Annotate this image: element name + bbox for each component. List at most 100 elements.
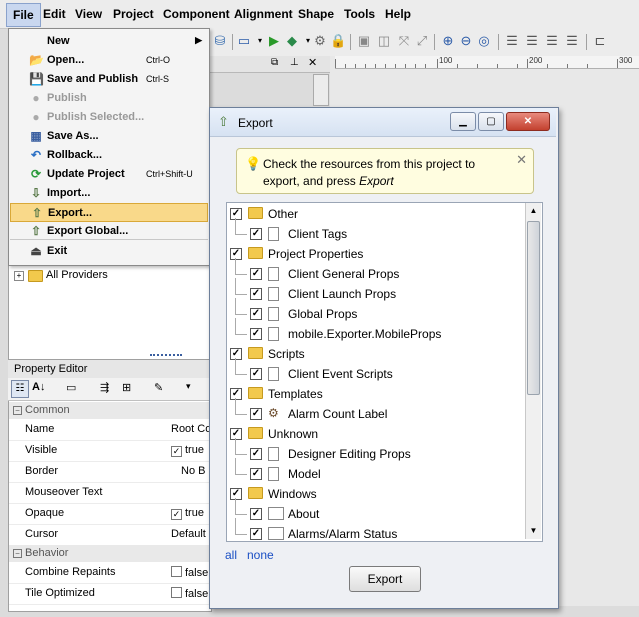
tree-row[interactable]: ✓ mobile.Exporter.MobileProps xyxy=(230,318,522,344)
restore-icon[interactable]: ⧉ xyxy=(271,57,278,68)
categorized-icon[interactable]: ☷ xyxy=(11,380,29,398)
property-value[interactable]: ✓ true xyxy=(171,444,209,457)
align-left-icon[interactable]: ☰ xyxy=(504,33,520,49)
tree-checkbox[interactable]: ✓ xyxy=(250,368,262,380)
property-row-name[interactable]: Name Root Co xyxy=(9,419,209,441)
scrollbar-thumb[interactable] xyxy=(527,221,540,395)
menu-item-new[interactable]: New ▶ xyxy=(10,32,208,51)
menu-item-open[interactable]: 📂 Open... Ctrl-O xyxy=(10,51,208,70)
tree-row[interactable]: ✓ ⚙ Alarm Count Label xyxy=(230,398,522,424)
property-row-cursor[interactable]: Cursor Default xyxy=(9,524,209,546)
tree-row[interactable]: ✓ About xyxy=(230,498,522,524)
property-row-tile-optimized[interactable]: Tile Optimized false xyxy=(9,583,209,605)
menu-item-save-and-publish[interactable]: 💾 Save and Publish Ctrl-S xyxy=(10,70,208,89)
menu-alignment[interactable]: Alignment xyxy=(234,7,293,21)
tree-row[interactable]: ✓ Templates xyxy=(230,384,522,404)
tree-row[interactable]: ✓ Designer Editing Props xyxy=(230,438,522,464)
tree-row[interactable]: ✓ Alarms/Alarm Status xyxy=(230,518,522,544)
menu-item-publish-selected[interactable]: ● Publish Selected... xyxy=(10,108,208,127)
menu-item-update-project[interactable]: ⟳ Update Project Ctrl+Shift-U xyxy=(10,165,208,184)
tree-checkbox[interactable]: ✓ xyxy=(230,428,242,440)
tree-checkbox[interactable]: ✓ xyxy=(250,228,262,240)
align-right-icon[interactable]: ☰ xyxy=(544,33,560,49)
transform-icon[interactable]: ⤧ xyxy=(396,33,412,49)
pin-icon[interactable]: ⊥ xyxy=(290,57,299,68)
menu-tools[interactable]: Tools xyxy=(344,7,375,21)
dialog-title-bar[interactable]: ⇧ Export ▁ ▢ ✕ xyxy=(210,108,556,137)
chevron-down-icon[interactable]: ▾ xyxy=(186,381,191,392)
tree-checkbox[interactable]: ✓ xyxy=(250,448,262,460)
play-icon[interactable]: ▶ xyxy=(266,33,282,49)
checkbox[interactable]: ✓ xyxy=(171,509,182,520)
property-value[interactable]: false xyxy=(171,587,209,600)
property-value[interactable]: Root Co xyxy=(171,423,209,435)
collapse-icon[interactable]: − xyxy=(13,549,22,558)
ungroup-icon[interactable]: ◫ xyxy=(376,33,392,49)
tree-row[interactable]: ✓ Model xyxy=(230,458,522,484)
property-value[interactable]: No B xyxy=(181,465,211,477)
menu-item-save-as[interactable]: ▦ Save As... xyxy=(10,127,208,146)
gear-icon[interactable]: ⚙ xyxy=(312,33,328,49)
window-icon[interactable]: ▭ xyxy=(236,33,252,49)
scroll-up-icon[interactable]: ▲ xyxy=(526,203,541,218)
tree-checkbox[interactable]: ✓ xyxy=(230,348,242,360)
tree-checkbox[interactable]: ✓ xyxy=(230,248,242,260)
tree-checkbox[interactable]: ✓ xyxy=(250,508,262,520)
menu-shape[interactable]: Shape xyxy=(298,7,334,21)
align-top-icon[interactable]: ☰ xyxy=(564,33,580,49)
tree-checkbox[interactable]: ✓ xyxy=(250,528,262,540)
group-icon[interactable]: ▣ xyxy=(356,33,372,49)
menu-help[interactable]: Help xyxy=(385,7,411,21)
property-row-border[interactable]: Border No B xyxy=(9,461,209,483)
tree-row[interactable]: ✓ Client Event Scripts xyxy=(230,358,522,384)
tree-checkbox[interactable]: ✓ xyxy=(230,488,242,500)
menu-item-export[interactable]: ⇧ Export... xyxy=(10,203,208,222)
close-tip-icon[interactable]: ✕ xyxy=(516,152,527,168)
zoom-in-icon[interactable]: ⊕ xyxy=(440,33,456,49)
menu-project[interactable]: Project xyxy=(113,7,154,21)
tree-row[interactable]: ✓ Other xyxy=(230,204,522,224)
menu-edit[interactable]: Edit xyxy=(43,7,66,21)
property-row-combine-repaints[interactable]: Combine Repaints false xyxy=(9,562,209,584)
tree-row[interactable]: ✓ Scripts xyxy=(230,344,522,364)
checkbox[interactable] xyxy=(171,566,182,577)
collapse-icon[interactable]: − xyxy=(13,406,22,415)
tree-row[interactable]: ✓ Project Properties xyxy=(230,244,522,264)
menu-file[interactable]: File xyxy=(6,3,41,27)
minimize-button[interactable]: ▁ xyxy=(450,112,476,131)
property-category-common[interactable]: − Common xyxy=(9,402,209,419)
close-icon[interactable]: ✕ xyxy=(308,56,317,69)
tree-row[interactable]: ✓ Client General Props xyxy=(230,258,522,284)
component-icon[interactable]: ◆ xyxy=(284,33,300,49)
sort-alpha-icon[interactable]: A↓ xyxy=(32,381,45,393)
property-row-opaque[interactable]: Opaque ✓ true xyxy=(9,503,209,525)
close-button[interactable]: ✕ xyxy=(506,112,550,131)
splitter-handle[interactable] xyxy=(150,354,182,358)
checkbox[interactable] xyxy=(171,587,182,598)
export-button[interactable]: Export xyxy=(349,566,421,592)
menu-view[interactable]: View xyxy=(75,7,102,21)
panel-scrollbar[interactable] xyxy=(313,74,329,106)
menu-item-rollback[interactable]: ↶ Rollback... xyxy=(10,146,208,165)
tree-item-all-providers[interactable]: + All Providers xyxy=(14,268,134,284)
tree-row[interactable]: ✓ Unknown xyxy=(230,424,522,444)
binding-icon[interactable]: ⇶ xyxy=(100,381,109,394)
tree-checkbox[interactable]: ✓ xyxy=(250,288,262,300)
checkbox[interactable]: ✓ xyxy=(171,446,182,457)
tree-row[interactable]: ✓ Windows xyxy=(230,484,522,504)
zoom-reset-icon[interactable]: ◎ xyxy=(476,33,492,49)
magic-wand-icon[interactable]: ✎ xyxy=(154,381,163,394)
tree-checkbox[interactable]: ✓ xyxy=(250,408,262,420)
tree-checkbox[interactable]: ✓ xyxy=(250,268,262,280)
tree-checkbox[interactable]: ✓ xyxy=(250,328,262,340)
property-value[interactable]: false xyxy=(171,566,209,579)
tree-checkbox[interactable]: ✓ xyxy=(250,468,262,480)
tree-row[interactable]: ✓ Global Props xyxy=(230,298,522,324)
menu-component[interactable]: Component xyxy=(163,7,230,21)
zoom-out-icon[interactable]: ⊖ xyxy=(458,33,474,49)
menu-item-publish[interactable]: ● Publish xyxy=(10,89,208,108)
distribute-icon[interactable]: ⊏ xyxy=(592,33,608,49)
maximize-button[interactable]: ▢ xyxy=(478,112,504,131)
property-row-mouseover-text[interactable]: Mouseover Text xyxy=(9,482,209,504)
tree-row[interactable]: ✓ Client Launch Props xyxy=(230,278,522,304)
